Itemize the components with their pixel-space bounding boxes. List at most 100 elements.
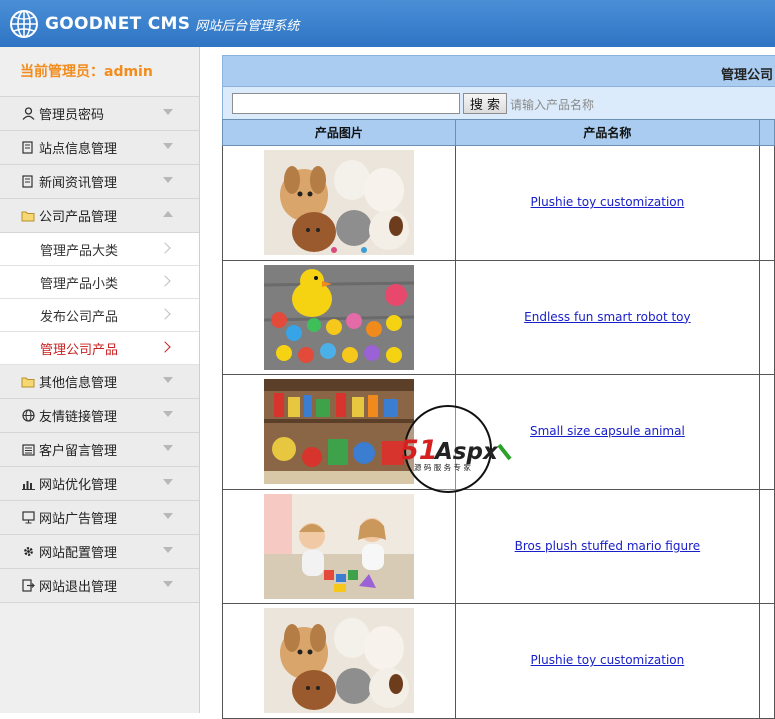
product-image-plush-toys[interactable] (263, 150, 414, 256)
sidebar-item-friend-links[interactable]: 友情链接管理 (0, 399, 199, 433)
chevron-down-icon (163, 109, 173, 115)
product-name-link[interactable]: Plushie toy customization (531, 195, 685, 209)
list-icon (21, 443, 35, 457)
chevron-right-icon (159, 242, 171, 254)
extra-cell (759, 259, 775, 375)
sidebar-item-logout[interactable]: 网站退出管理 (0, 569, 199, 603)
name-cell: Plushie toy customization (454, 145, 761, 261)
sidebar-subitem-label: 发布公司产品 (40, 309, 119, 325)
edit-icon (21, 141, 35, 155)
sidebar-subitem-publish-product[interactable]: 发布公司产品 (0, 299, 199, 332)
product-image-rubber-ducks[interactable] (263, 264, 414, 370)
name-cell: Plushie toy customization (454, 603, 761, 719)
monitor-icon (21, 511, 35, 525)
sidebar-item-seo[interactable]: 网站优化管理 (0, 467, 199, 501)
image-cell (222, 603, 456, 719)
product-name-link[interactable]: Endless fun smart robot toy (524, 310, 690, 324)
sidebar-item-ads[interactable]: 网站广告管理 (0, 501, 199, 535)
sidebar-item-label: 网站退出管理 (39, 580, 118, 595)
extra-cell (759, 145, 775, 261)
product-name-link[interactable]: Bros plush stuffed mario figure (515, 539, 700, 553)
search-hint: 请输入产品名称 (510, 98, 595, 112)
name-cell: Endless fun smart robot toy (454, 259, 761, 375)
chevron-right-icon (159, 308, 171, 320)
chevron-down-icon (163, 479, 173, 485)
svg-text:Aspx: Aspx (433, 439, 499, 465)
table-row: Plushie toy customization (222, 603, 775, 719)
svg-text:51: 51 (402, 435, 438, 466)
sidebar-item-products[interactable]: 公司产品管理 (0, 199, 199, 233)
sidebar-subitem-product-categories[interactable]: 管理产品大类 (0, 233, 199, 266)
chevron-down-icon (163, 411, 173, 417)
page-title: 管理公司 (721, 68, 774, 83)
top-header: GOODNET CMS 网站后台管理系统 (0, 0, 775, 47)
product-image-toy-shop[interactable] (263, 379, 414, 485)
sidebar-item-label: 客户留言管理 (39, 444, 118, 459)
image-cell (222, 259, 456, 375)
page-title-bar: 管理公司 (222, 55, 775, 87)
chevron-right-icon (159, 341, 171, 353)
sidebar-item-label: 其他信息管理 (39, 376, 118, 391)
bar-chart-icon (21, 477, 35, 491)
sidebar-item-label: 网站广告管理 (39, 512, 118, 527)
sidebar-item-config[interactable]: 网站配置管理 (0, 535, 199, 569)
extra-cell (759, 488, 775, 604)
image-cell (222, 145, 456, 261)
sidebar-item-label: 网站优化管理 (39, 478, 118, 493)
sidebar-subitem-label: 管理产品大类 (40, 243, 119, 259)
globe-icon (21, 409, 35, 423)
current-admin: 当前管理员：admin (0, 47, 199, 97)
product-name-link[interactable]: Small size capsule animal (530, 424, 685, 438)
watermark-logo: 51 Aspx 源 码 服 务 专 家 (400, 403, 514, 495)
sidebar-subitem-label: 管理产品小类 (40, 276, 119, 292)
search-bar: 搜 索 请输入产品名称 (222, 87, 775, 119)
sidebar-item-label: 管理员密码 (39, 108, 105, 123)
table-row: Endless fun smart robot toy (222, 259, 775, 375)
sidebar-subitem-manage-products[interactable]: 管理公司产品 (0, 332, 199, 365)
column-header-extra (759, 119, 775, 146)
product-image-kids-playing[interactable] (263, 493, 414, 599)
folder-icon (21, 209, 35, 223)
search-button[interactable]: 搜 索 (463, 93, 507, 114)
main-content: 管理公司 搜 索 请输入产品名称 产品图片 产品名称 Plushie toy c… (201, 47, 775, 719)
sidebar-subitem-product-subcategories[interactable]: 管理产品小类 (0, 266, 199, 299)
table-row: Bros plush stuffed mario figure (222, 488, 775, 604)
column-header-name: 产品名称 (454, 119, 761, 146)
chevron-down-icon (163, 177, 173, 183)
sidebar-item-label: 网站配置管理 (39, 546, 118, 561)
search-input[interactable] (232, 93, 460, 114)
sidebar-item-label: 公司产品管理 (39, 210, 118, 225)
chevron-down-icon (163, 547, 173, 553)
image-cell (222, 488, 456, 604)
exit-icon (21, 579, 35, 593)
sidebar-item-news[interactable]: 新闻资讯管理 (0, 165, 199, 199)
brand-name: GOODNET CMS (45, 13, 191, 34)
folder-icon (21, 375, 35, 389)
chevron-up-icon (163, 211, 173, 217)
chevron-down-icon (163, 581, 173, 587)
sidebar-item-site-info[interactable]: 站点信息管理 (0, 131, 199, 165)
column-header-image: 产品图片 (222, 119, 456, 146)
globe-logo-icon (10, 9, 38, 38)
edit-icon (21, 175, 35, 189)
sidebar: 当前管理员：admin 管理员密码 站点信息管理 新闻资讯管理 公司产品管理 管… (0, 47, 200, 713)
table-row: Plushie toy customization (222, 145, 775, 261)
sidebar-item-label: 新闻资讯管理 (39, 176, 118, 191)
chevron-down-icon (163, 377, 173, 383)
extra-cell (759, 374, 775, 490)
user-icon (21, 107, 35, 121)
sidebar-item-messages[interactable]: 客户留言管理 (0, 433, 199, 467)
table-header-row: 产品图片 产品名称 (222, 119, 775, 146)
svg-text:源 码 服 务 专 家: 源 码 服 务 专 家 (414, 462, 471, 472)
product-name-link[interactable]: Plushie toy customization (531, 653, 685, 667)
gear-icon (21, 545, 35, 559)
product-image-plush-toys[interactable] (263, 608, 414, 714)
sidebar-item-other-info[interactable]: 其他信息管理 (0, 365, 199, 399)
chevron-down-icon (163, 143, 173, 149)
chevron-right-icon (159, 275, 171, 287)
extra-cell (759, 603, 775, 719)
sidebar-subitem-label: 管理公司产品 (40, 342, 119, 358)
sidebar-item-label: 友情链接管理 (39, 410, 118, 425)
sidebar-item-admin-password[interactable]: 管理员密码 (0, 97, 199, 131)
sidebar-item-label: 站点信息管理 (39, 142, 118, 157)
